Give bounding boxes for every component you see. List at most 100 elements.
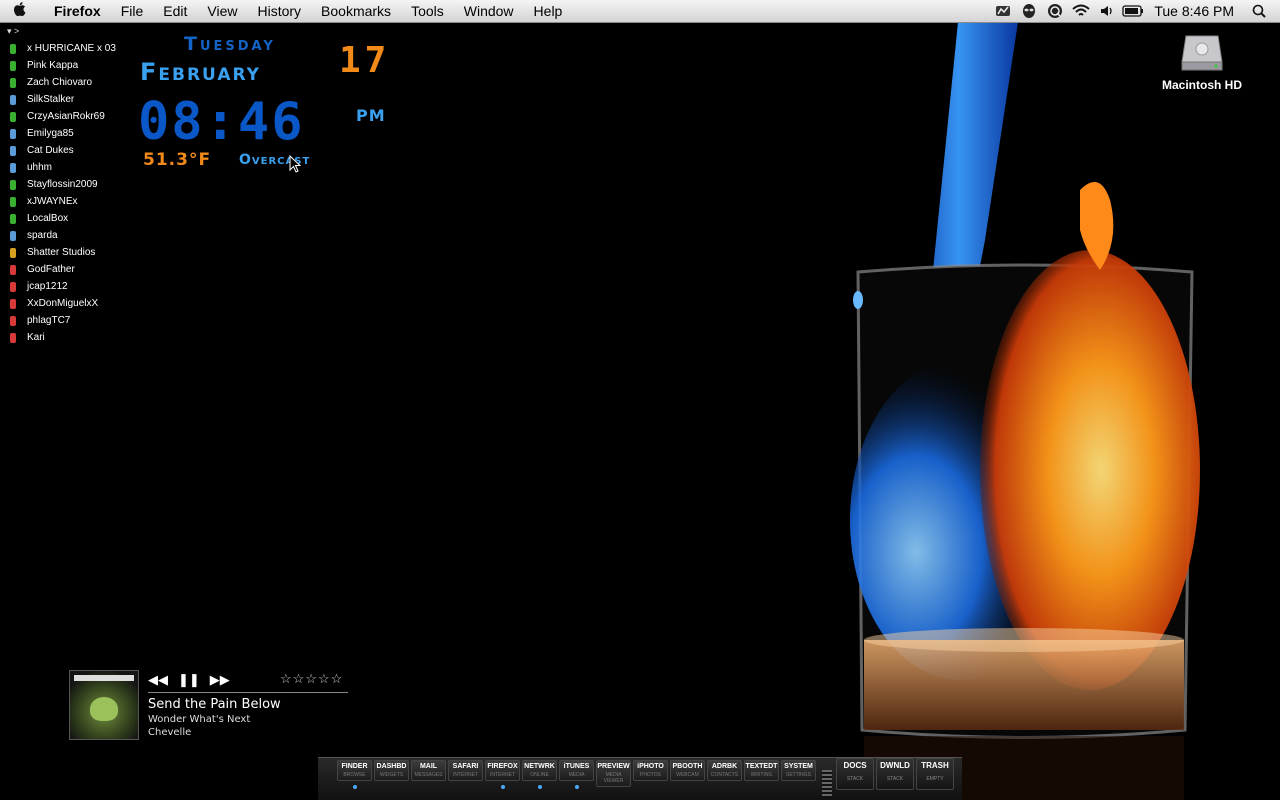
buddy-status-icon (10, 247, 16, 258)
buddy-name: xJWAYNEx (27, 196, 78, 207)
wifi-icon[interactable] (1068, 0, 1094, 22)
buddy-name: Kari (27, 332, 45, 343)
dock-item-title: ADRBK (711, 763, 738, 770)
album-art[interactable] (69, 670, 139, 740)
dock-item-netwrk[interactable]: NETWRK ONLINE (521, 760, 558, 794)
buddy-item[interactable]: Emilyga85 (8, 125, 128, 142)
dock-separator[interactable] (822, 770, 832, 798)
dock-item-system[interactable]: SYSTEM SETTINGS (780, 760, 817, 794)
buddy-item[interactable]: SilkStalker (8, 91, 128, 108)
buddy-name: GodFather (27, 264, 75, 275)
dock-item-iphoto[interactable]: iPHOTO PHOTOS (632, 760, 669, 794)
dock-item-firefox[interactable]: FIREFOX INTERNET (484, 760, 521, 794)
buddy-status-icon (10, 179, 16, 190)
dock-item-subtitle: ONLINE (530, 772, 549, 778)
desktop-icon-label: Macintosh HD (1161, 78, 1242, 92)
menubar-clock[interactable]: Tue 8:46 PM (1146, 3, 1246, 19)
buddy-status-icon (10, 298, 16, 309)
buddy-item[interactable]: uhhm (8, 159, 128, 176)
buddy-item[interactable]: Stayflossin2009 (8, 176, 128, 193)
menu-tools[interactable]: Tools (401, 0, 454, 22)
dock-item-textedt[interactable]: TEXTEDT WRITING (743, 760, 780, 794)
buddy-status-icon (10, 145, 16, 156)
dock-item-title: iTUNES (563, 763, 590, 770)
buddy-item[interactable]: Kari (8, 329, 128, 346)
dock-stack-dwnld[interactable]: DWNLD STACK (876, 758, 914, 790)
buddy-item[interactable]: phlagTC7 (8, 312, 128, 329)
menu-window[interactable]: Window (454, 0, 524, 22)
buddy-item[interactable]: jcap1212 (8, 278, 128, 295)
buddy-status-icon (10, 332, 16, 343)
buddy-item[interactable]: GodFather (8, 261, 128, 278)
apple-menu-icon[interactable] (0, 1, 40, 22)
dock-item-pbooth[interactable]: PBOOTH WEBCAM (669, 760, 706, 794)
dock-item-subtitle: PHOTOS (639, 772, 662, 778)
dock-item-title: PREVIEW (597, 763, 630, 770)
dock-item-subtitle: SETTINGS (785, 772, 811, 778)
menu-file[interactable]: File (111, 0, 154, 22)
rating-stars[interactable]: ☆☆☆☆☆ (280, 671, 343, 687)
alien-icon[interactable] (1016, 0, 1042, 22)
menu-edit[interactable]: Edit (153, 0, 197, 22)
buddy-item[interactable]: Pink Kappa (8, 57, 128, 74)
buddy-list-toggle[interactable]: ▾ > (7, 26, 19, 37)
volume-icon[interactable] (1094, 0, 1120, 22)
widget-date: 17 (339, 40, 391, 81)
dock-item-label: FIREFOX INTERNET (485, 760, 520, 781)
dock-stack-docs[interactable]: DOCS STACK (836, 758, 874, 790)
dock-item-mail[interactable]: MAIL MESSAGES (410, 760, 447, 794)
dock-item-preview[interactable]: PREVIEW MEDIA VIEWER (595, 760, 632, 794)
dock-item-label: DASHBD WIDGETS (374, 760, 409, 781)
menu-extras: Tue 8:46 PM (990, 0, 1280, 22)
dock-item-label: ADRBK CONTACTS (707, 760, 742, 781)
buddy-item[interactable]: Shatter Studios (8, 244, 128, 261)
desktop[interactable]: Firefox File Edit View History Bookmarks… (0, 0, 1280, 800)
pause-button[interactable]: ❚❚ (178, 672, 200, 688)
buddy-item[interactable]: x HURRICANE x 03 (8, 40, 128, 57)
dock-item-label: FINDER BROWSE (337, 760, 372, 781)
previous-track-button[interactable]: ◀◀ (148, 672, 168, 688)
buddy-name: CrzyAsianRokr69 (27, 111, 105, 122)
buddy-name: sparda (27, 230, 58, 241)
buddy-item[interactable]: CrzyAsianRokr69 (8, 108, 128, 125)
buddy-item[interactable]: xJWAYNEx (8, 193, 128, 210)
buddy-status-icon (10, 128, 16, 139)
dock-item-subtitle: WIDGETS (379, 772, 404, 778)
dock-item-finder[interactable]: FINDER BROWSE (336, 760, 373, 794)
stats-icon[interactable] (990, 0, 1016, 22)
buddy-item[interactable]: Zach Chiovaro (8, 74, 128, 91)
menu-bar: Firefox File Edit View History Bookmarks… (0, 0, 1280, 23)
buddy-item[interactable]: XxDonMiguelxX (8, 295, 128, 312)
dock-item-adrbk[interactable]: ADRBK CONTACTS (706, 760, 743, 794)
artist-name: Chevelle (148, 727, 192, 738)
dock-item-label: iTUNES MEDIA (559, 760, 594, 781)
dock-item-itunes[interactable]: iTUNES MEDIA (558, 760, 595, 794)
buddy-status-icon (10, 315, 16, 326)
quicksilver-icon[interactable] (1042, 0, 1068, 22)
buddy-status-icon (10, 230, 16, 241)
menu-bookmarks[interactable]: Bookmarks (311, 0, 401, 22)
next-track-button[interactable]: ▶▶ (210, 672, 230, 688)
dock-item-label: SYSTEM SETTINGS (781, 760, 816, 781)
dock-stack-trash[interactable]: TRASH EMPTY (916, 758, 954, 790)
desktop-icon-macintosh-hd[interactable]: Macintosh HD (1150, 30, 1254, 92)
menu-help[interactable]: Help (524, 0, 573, 22)
dock-item-dashbd[interactable]: DASHBD WIDGETS (373, 760, 410, 794)
buddy-item[interactable]: LocalBox (8, 210, 128, 227)
dock-item-safari[interactable]: SAFARI INTERNET (447, 760, 484, 794)
buddy-item[interactable]: sparda (8, 227, 128, 244)
menu-view[interactable]: View (197, 0, 247, 22)
divider (148, 692, 348, 693)
widget-time: 08:46 (138, 92, 305, 152)
buddy-name: SilkStalker (27, 94, 75, 105)
dock-item-title: FINDER (341, 763, 368, 770)
buddy-status-icon (10, 94, 16, 105)
buddy-name: Pink Kappa (27, 60, 79, 71)
buddy-name: phlagTC7 (27, 315, 71, 326)
battery-icon[interactable] (1120, 0, 1146, 22)
menu-app-name[interactable]: Firefox (40, 0, 111, 22)
now-playing-widget: ◀◀ ❚❚ ▶▶ ☆☆☆☆☆ Send the Pain Below Wonde… (69, 670, 359, 742)
menu-history[interactable]: History (247, 0, 311, 22)
spotlight-search-icon[interactable] (1246, 0, 1272, 22)
buddy-item[interactable]: Cat Dukes (8, 142, 128, 159)
